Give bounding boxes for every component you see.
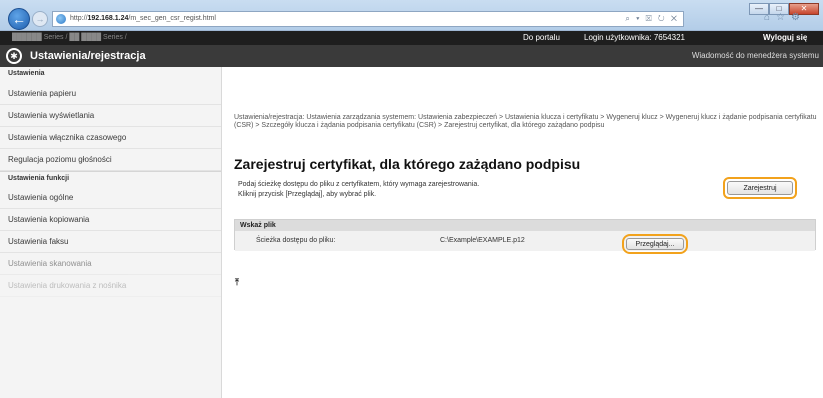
sidebar-section-settings: Ustawienia [8, 70, 45, 77]
file-panel-header: Wskaż plik [235, 220, 815, 231]
file-path-row: Ścieżka dostępu do pliku: C:\Example\EXA… [235, 231, 815, 251]
sidebar-item-general[interactable]: Ustawienia ogólne [0, 187, 221, 209]
forward-button[interactable]: → [32, 11, 48, 27]
sidebar-item-fax[interactable]: Ustawienia faksu [0, 231, 221, 253]
sidebar-item-display[interactable]: Ustawienia wyświetlania [0, 105, 221, 127]
browse-button[interactable]: Przeglądaj... [626, 238, 684, 250]
home-icon[interactable]: ⌂ [764, 12, 770, 23]
sidebar-item-paper[interactable]: Ustawienia papieru [0, 83, 221, 105]
device-name: ██████ Series / ██ ████ Series / [12, 34, 127, 41]
address-tools[interactable]: ⌕ ▾ ☒ ↻ ✕ [625, 14, 679, 24]
login-user: Login użytkownika: 7654321 [584, 33, 685, 42]
address-bar[interactable]: http://192.168.1.24/m_sec_gen_csr_regist… [52, 11, 684, 27]
file-path-value: C:\Example\EXAMPLE.p12 [440, 237, 525, 244]
page-section-title: Ustawienia/rejestracja [30, 50, 146, 62]
sidebar-item-copy[interactable]: Ustawienia kopiowania [0, 209, 221, 231]
file-panel: Wskaż plik Ścieżka dostępu do pliku: C:\… [234, 219, 816, 251]
sidebar-item-scan[interactable]: Ustawienia skanowania [0, 253, 221, 275]
register-button-highlight: Zarejestruj [723, 177, 797, 199]
instruction-line-1: Podaj ścieżkę dostępu do pliku z certyfi… [238, 181, 480, 188]
breadcrumb: Ustawienia/rejestracja: Ustawienia zarzą… [234, 114, 817, 129]
message-to-admin-link[interactable]: Wiadomość do menedżera systemu [692, 51, 819, 60]
portal-link[interactable]: Do portalu [523, 33, 560, 42]
file-path-label: Ścieżka dostępu do pliku: [256, 237, 336, 244]
instruction-line-2: Kliknij przycisk [Przeglądaj], aby wybra… [238, 191, 377, 198]
settings-gear-icon: ✱ [6, 48, 22, 64]
device-topbar: ██████ Series / ██ ████ Series / Do port… [0, 31, 823, 45]
logout-link[interactable]: Wyloguj się [763, 33, 807, 42]
app-header: ✱ Ustawienia/rejestracja Wiadomość do me… [0, 45, 823, 67]
browser-titlebar: — □ ✕ ← → http://192.168.1.24/m_sec_gen_… [0, 0, 823, 31]
url-text: http://192.168.1.24/m_sec_gen_csr_regist… [70, 15, 216, 22]
tools-gear-icon[interactable]: ⚙ [791, 12, 800, 23]
sidebar-item-media-print[interactable]: Ustawienia drukowania z nośnika [0, 275, 221, 297]
back-button[interactable]: ← [8, 8, 30, 30]
sidebar-item-volume[interactable]: Regulacja poziomu głośności [0, 149, 221, 171]
instructions: Podaj ścieżkę dostępu do pliku z certyfi… [238, 180, 479, 200]
sidebar-item-timer[interactable]: Ustawienia włącznika czasowego [0, 127, 221, 149]
browse-button-highlight: Przeglądaj... [622, 234, 688, 254]
register-button[interactable]: Zarejestruj [727, 181, 793, 195]
browser-toolbar-icons: ⌂ ☆ ⚙ [764, 12, 800, 23]
favorites-star-icon[interactable]: ☆ [776, 12, 785, 23]
sidebar-section-functions: Ustawienia funkcji [0, 171, 221, 187]
sidebar: Ustawienia Ustawienia papieru Ustawienia… [0, 67, 222, 398]
page-icon [56, 14, 66, 24]
page-title: Zarejestruj certyfikat, dla którego zażą… [234, 156, 581, 172]
scroll-top-icon[interactable]: ⤒ [235, 277, 239, 288]
